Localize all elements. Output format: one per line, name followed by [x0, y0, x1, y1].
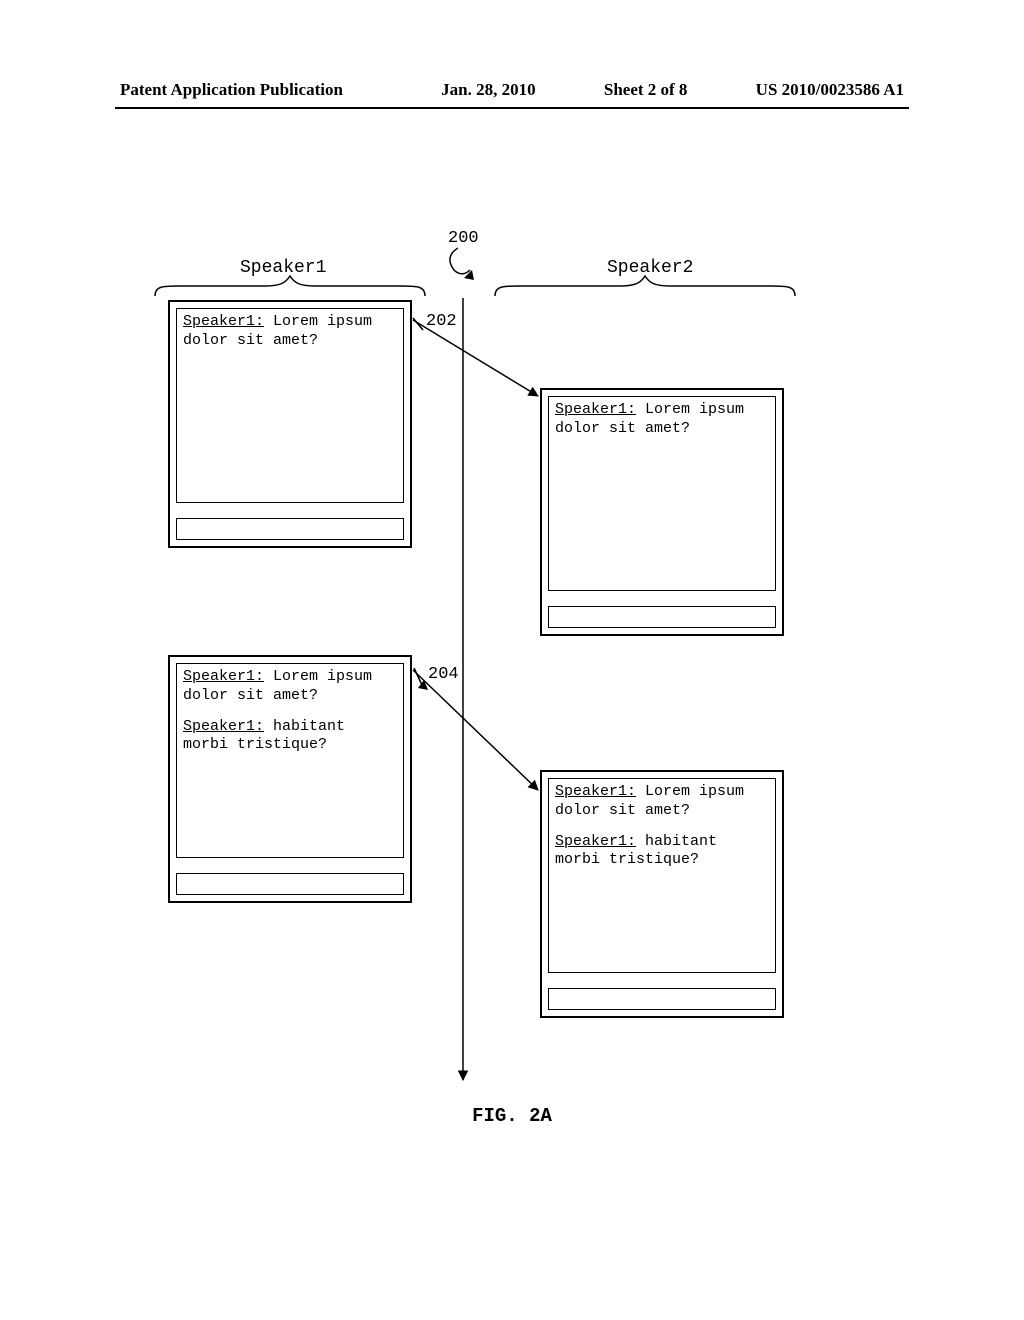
- chat-input[interactable]: [548, 606, 776, 628]
- message-speaker-label: Speaker1:: [555, 401, 636, 418]
- chat-input[interactable]: [176, 873, 404, 895]
- message-speaker-label: Speaker1:: [183, 668, 264, 685]
- chat-message: Speaker1: habitant morbi tristique?: [555, 833, 769, 871]
- lead-line-204: [414, 668, 422, 685]
- message-speaker-label: Speaker1:: [555, 833, 636, 850]
- lead-line-200: [450, 248, 470, 274]
- chat-transcript: Speaker1: Lorem ipsum dolor sit amet? Sp…: [548, 778, 776, 973]
- chat-message: Speaker1: Lorem ipsum dolor sit amet?: [183, 313, 397, 351]
- chat-message: Speaker1: Lorem ipsum dolor sit amet?: [555, 783, 769, 821]
- reference-numeral-200: 200: [448, 229, 479, 248]
- figure-caption: FIG. 2A: [0, 1105, 1024, 1127]
- column-label-speaker2: Speaker2: [607, 258, 693, 278]
- chat-window-speaker1-step1: Speaker1: Lorem ipsum dolor sit amet?: [168, 300, 412, 548]
- chat-window-speaker2-step2: Speaker1: Lorem ipsum dolor sit amet? Sp…: [540, 770, 784, 1018]
- chat-message: Speaker1: Lorem ipsum dolor sit amet?: [183, 668, 397, 706]
- chat-message: Speaker1: Lorem ipsum dolor sit amet?: [555, 401, 769, 439]
- chat-transcript: Speaker1: Lorem ipsum dolor sit amet?: [176, 308, 404, 503]
- reference-numeral-204: 204: [428, 665, 459, 684]
- brace-speaker1: [155, 276, 425, 296]
- chat-window-speaker1-step2: Speaker1: Lorem ipsum dolor sit amet? Sp…: [168, 655, 412, 903]
- figure-diagram: Speaker1 Speaker2 200 202 204 Speaker1: …: [0, 0, 1024, 1320]
- chat-window-speaker2-step1: Speaker1: Lorem ipsum dolor sit amet?: [540, 388, 784, 636]
- lead-line-202: [413, 318, 423, 330]
- reference-numeral-202: 202: [426, 312, 457, 331]
- chat-input[interactable]: [176, 518, 404, 540]
- message-speaker-label: Speaker1:: [183, 313, 264, 330]
- chat-input[interactable]: [548, 988, 776, 1010]
- brace-speaker2: [495, 276, 795, 296]
- message-arrow-1: [413, 320, 538, 396]
- column-label-speaker1: Speaker1: [240, 258, 326, 278]
- chat-transcript: Speaker1: Lorem ipsum dolor sit amet? Sp…: [176, 663, 404, 858]
- message-speaker-label: Speaker1:: [555, 783, 636, 800]
- message-arrow-2: [413, 670, 538, 790]
- message-speaker-label: Speaker1:: [183, 718, 264, 735]
- chat-transcript: Speaker1: Lorem ipsum dolor sit amet?: [548, 396, 776, 591]
- chat-message: Speaker1: habitant morbi tristique?: [183, 718, 397, 756]
